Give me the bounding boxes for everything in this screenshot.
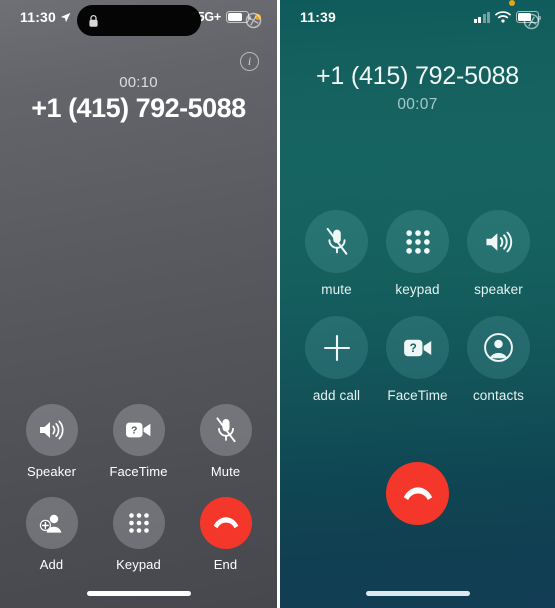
speaker-icon (467, 210, 530, 273)
right-button-label: speaker (474, 282, 523, 297)
svg-text:?: ? (131, 424, 137, 436)
left-button-label: Speaker (26, 464, 77, 479)
cellular-bars-icon (473, 11, 490, 23)
left-clock-text: 11:30 (20, 9, 57, 25)
facetime-video-icon: ? (112, 404, 165, 456)
right-status-indicators (473, 0, 542, 30)
left-button-mute[interactable]: Mute (182, 404, 269, 479)
right-button-contacts[interactable]: contacts (458, 316, 539, 403)
right-button-facetime[interactable]: ? FaceTime (377, 316, 458, 403)
right-end-call-wrapper (280, 462, 555, 525)
left-status-clock: 11:30 (20, 9, 71, 25)
right-button-label: FaceTime (387, 388, 448, 403)
right-button-label: contacts (472, 388, 525, 403)
left-button-label: End (213, 557, 238, 572)
left-home-indicator[interactable] (86, 591, 191, 596)
left-button-add[interactable]: Add (8, 497, 95, 572)
right-phone-call-screen: 11:39 +1 (415) 792-5088 00:07 mute keypa… (280, 0, 555, 608)
lock-icon (88, 14, 99, 28)
wifi-icon (495, 11, 511, 23)
left-call-controls-grid: Speaker ? FaceTime Mute Add Keypad End (0, 404, 277, 572)
right-status-bar: 11:39 (280, 0, 555, 34)
mic-muted-icon (199, 404, 252, 456)
right-button-mute[interactable]: mute (296, 210, 377, 297)
plus-icon (305, 316, 368, 379)
left-phone-call-screen: 11:30 5G+ i 00:10 +1 (415) 792-5088 Spea… (0, 0, 277, 608)
screen-record-icon (523, 13, 540, 30)
right-button-add-call[interactable]: add call (296, 316, 377, 403)
left-call-duration: 00:10 (119, 74, 158, 91)
dual-phone-comparison: 11:30 5G+ i 00:10 +1 (415) 792-5088 Spea… (0, 0, 555, 608)
contacts-person-icon (467, 316, 530, 379)
right-home-indicator[interactable] (365, 591, 470, 596)
call-info-button[interactable]: i (240, 52, 259, 71)
right-button-speaker[interactable]: speaker (458, 210, 539, 297)
left-button-label: Keypad (116, 557, 161, 572)
left-button-keypad[interactable]: Keypad (95, 497, 182, 572)
right-button-label: mute (321, 282, 352, 297)
facetime-video-icon: ? (386, 316, 449, 379)
left-call-number: +1 (415) 792-5088 (31, 93, 246, 123)
right-clock-text: 11:39 (300, 9, 337, 25)
svg-text:?: ? (409, 341, 416, 354)
keypad-icon (112, 497, 165, 549)
add-contact-icon (25, 497, 78, 549)
right-button-label: add call (312, 388, 361, 403)
right-call-number: +1 (415) 792-5088 (315, 62, 519, 90)
network-type-label: 5G+ (197, 10, 222, 24)
left-button-end-call[interactable]: End (182, 497, 269, 572)
keypad-icon (386, 210, 449, 273)
orange-privacy-dot-icon (509, 0, 515, 6)
mic-muted-icon (305, 210, 368, 273)
dynamic-island (76, 5, 201, 36)
right-button-keypad[interactable]: keypad (377, 210, 458, 297)
end-call-icon (402, 486, 434, 502)
right-status-clock: 11:39 (300, 9, 336, 25)
location-arrow-icon (60, 12, 71, 23)
right-call-controls-grid: mute keypad speaker add call ? FaceTime … (280, 210, 555, 403)
left-button-label: Add (39, 557, 64, 572)
left-button-speaker[interactable]: Speaker (8, 404, 95, 479)
right-call-duration: 00:07 (397, 96, 438, 113)
left-button-label: FaceTime (109, 464, 168, 479)
left-button-facetime[interactable]: ? FaceTime (95, 404, 182, 479)
right-end-call-button[interactable] (386, 462, 449, 525)
left-call-header: 00:10 +1 (415) 792-5088 (0, 74, 277, 124)
right-call-header: +1 (415) 792-5088 00:07 (280, 62, 555, 114)
right-button-label: keypad (395, 282, 440, 297)
speaker-icon (25, 404, 78, 456)
screen-record-icon (245, 12, 262, 29)
left-button-label: Mute (210, 464, 241, 479)
end-call-icon (199, 497, 252, 549)
